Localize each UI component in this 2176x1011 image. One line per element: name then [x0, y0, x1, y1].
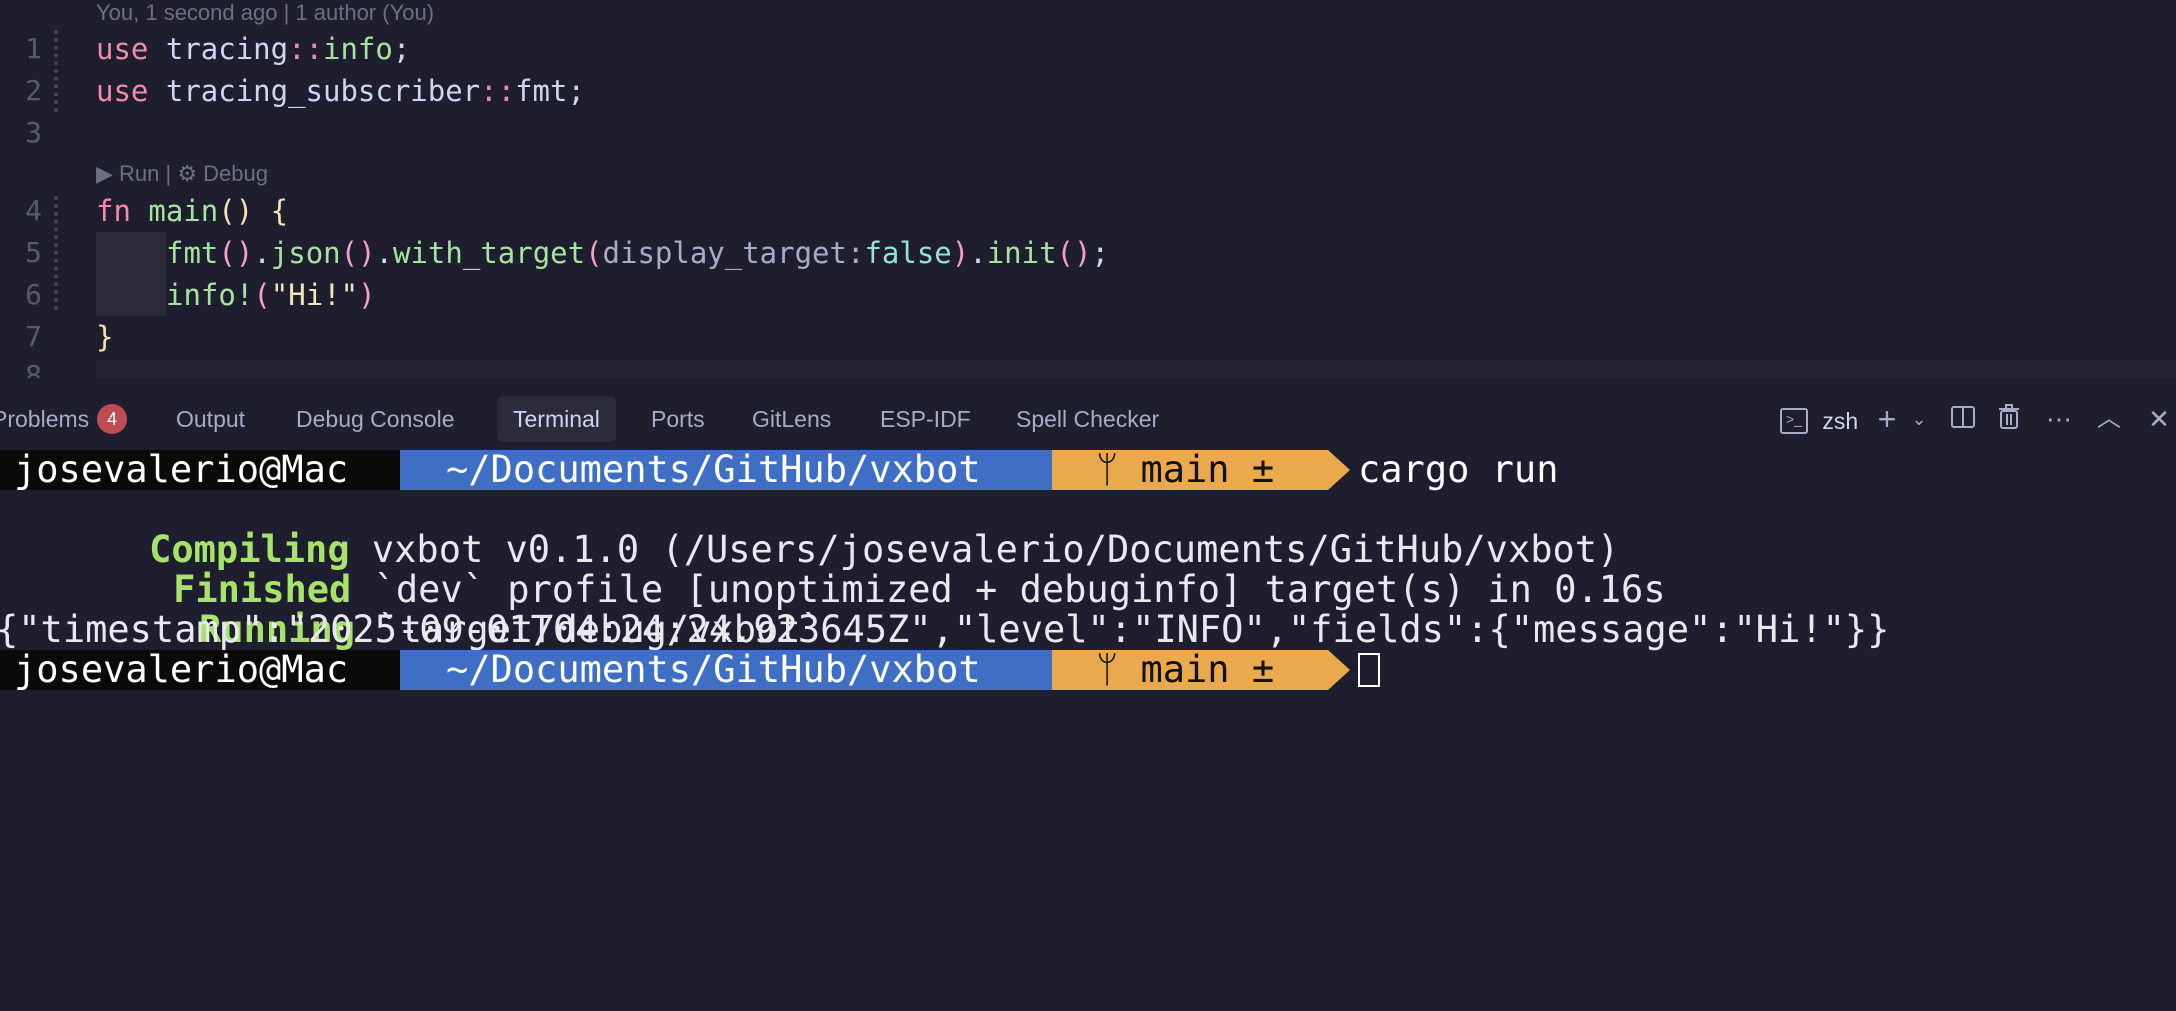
semicolon: ;	[567, 74, 585, 108]
panel-tab-bar: Problems 4 Output Debug Console Terminal …	[0, 396, 2176, 442]
path-separator: ::	[480, 74, 516, 108]
output-running-line: Running `target/debug/vxbot`	[0, 570, 823, 650]
module-name: tracing_subscriber	[165, 74, 481, 108]
module-name: tracing	[165, 32, 289, 66]
paren-close: )	[358, 278, 376, 312]
parens: ()	[218, 236, 254, 270]
maximize-panel-chevron-up-icon[interactable]: ︿	[2094, 404, 2124, 434]
code-line-1[interactable]: 1 use tracing::info;	[0, 28, 2176, 70]
call-init: init	[986, 236, 1057, 270]
line-number: 6	[25, 278, 42, 311]
close-panel-icon[interactable]: ✕	[2144, 404, 2174, 434]
output-finished-line: Finished `dev` profile [unoptimized + de…	[0, 530, 1666, 610]
terminal-cursor	[1358, 653, 1380, 687]
keyword-use: use	[96, 32, 149, 66]
prompt-user-segment: josevalerio@Mac	[0, 450, 400, 490]
terminal-icon: >_	[1780, 407, 1808, 434]
powerline-separator	[1328, 650, 1350, 690]
indent-guide	[96, 274, 166, 316]
tab-debug-console[interactable]: Debug Console	[296, 396, 455, 442]
inlay-parameter-hint: display_target:	[602, 236, 865, 270]
paren-close: )	[951, 236, 970, 270]
code-editor[interactable]: You, 1 second ago | 1 author (You) 1 use…	[0, 0, 2176, 378]
prompt-path-segment: ~/Documents/GitHub/vxbot	[400, 450, 1052, 490]
close-brace: }	[96, 320, 114, 354]
indent-guide	[96, 232, 166, 274]
keyword-fn: fn	[96, 194, 131, 228]
paren-open: (	[585, 236, 603, 270]
dot: .	[375, 236, 394, 270]
open-brace: {	[270, 194, 289, 228]
code-line-8[interactable]: 8	[0, 358, 2176, 378]
tab-gitlens[interactable]: GitLens	[752, 396, 831, 442]
prompt-git-segment: ᛘ main ±	[1052, 650, 1328, 690]
call-json: json	[270, 236, 341, 270]
code-line-7[interactable]: 7 }	[0, 316, 2176, 358]
git-blame-annotation[interactable]: You, 1 second ago | 1 author (You)	[96, 0, 434, 26]
line-number: 4	[25, 194, 42, 227]
more-actions-icon[interactable]: ⋯	[2044, 404, 2074, 434]
call-with-target: with_target	[393, 236, 586, 270]
split-terminal-icon[interactable]	[1948, 404, 1978, 434]
boolean-literal: false	[864, 236, 952, 270]
parens: ()	[340, 236, 376, 270]
tab-ports[interactable]: Ports	[651, 396, 705, 442]
line-number: 7	[25, 320, 42, 353]
tab-problems[interactable]: Problems 4	[0, 396, 128, 442]
code-line-3[interactable]: 3	[0, 112, 2176, 154]
terminal-view[interactable]: josevalerio@Mac ~/Documents/GitHub/vxbot…	[0, 446, 2176, 796]
line-number: 8	[25, 359, 42, 378]
shell-name: zsh	[1822, 407, 1859, 434]
imported-item: fmt	[515, 74, 568, 108]
parens: ()	[1056, 236, 1092, 270]
powerline-separator	[1328, 450, 1350, 490]
tab-problems-label: Problems	[0, 406, 90, 432]
imported-item: info	[323, 32, 393, 66]
semicolon: ;	[1091, 236, 1109, 270]
keyword-use: use	[96, 74, 149, 108]
code-line-5[interactable]: 5 fmt().json().with_target(display_targe…	[0, 232, 2176, 274]
macro-call: info!	[166, 278, 254, 312]
path-separator: ::	[288, 32, 323, 66]
string-literal: "Hi!"	[270, 278, 359, 312]
trash-icon[interactable]	[1994, 404, 2024, 434]
parens: ()	[218, 194, 254, 228]
problems-count-badge: 4	[97, 403, 128, 434]
line-number: 3	[25, 116, 42, 149]
prompt-line: josevalerio@Mac ~/Documents/GitHub/vxbot…	[0, 450, 2176, 490]
prompt-user-segment: josevalerio@Mac	[0, 650, 400, 690]
output-json-log-line: {"timestamp":"2025-09-01T04:24:24.923645…	[0, 608, 1890, 651]
tab-spell-checker[interactable]: Spell Checker	[1016, 396, 1159, 442]
line-number: 5	[25, 236, 42, 269]
code-line-2[interactable]: 2 use tracing_subscriber::fmt;	[0, 70, 2176, 112]
paren-open: (	[253, 278, 271, 312]
line-number: 2	[25, 74, 42, 107]
dot: .	[969, 236, 987, 270]
run-debug-codelens[interactable]: ▶ Run | ⚙ Debug	[96, 161, 268, 187]
line-number: 1	[25, 32, 42, 65]
tab-output[interactable]: Output	[176, 396, 245, 442]
typed-command: cargo run	[1358, 448, 1559, 491]
prompt-path-segment: ~/Documents/GitHub/vxbot	[400, 650, 1052, 690]
function-name: main	[148, 194, 219, 228]
code-line-6[interactable]: 6 info!("Hi!")	[0, 274, 2176, 316]
chevron-down-icon[interactable]: ⌄	[1904, 404, 1934, 434]
call-fmt: fmt	[166, 236, 219, 270]
tab-esp-idf[interactable]: ESP-IDF	[880, 396, 971, 442]
semicolon: ;	[392, 32, 411, 66]
prompt-git-segment: ᛘ main ±	[1052, 450, 1328, 490]
dot: .	[253, 236, 271, 270]
code-line-4[interactable]: 4 fn main() {	[0, 190, 2176, 232]
output-compiling-line: Compiling vxbot v0.1.0 (/Users/josevaler…	[0, 490, 1619, 570]
terminal-shell-selector[interactable]: >_ zsh	[1780, 404, 1858, 434]
prompt-line: josevalerio@Mac ~/Documents/GitHub/vxbot…	[0, 650, 2176, 690]
new-terminal-plus-icon[interactable]: +	[1872, 403, 1902, 435]
tab-terminal[interactable]: Terminal	[497, 396, 616, 442]
